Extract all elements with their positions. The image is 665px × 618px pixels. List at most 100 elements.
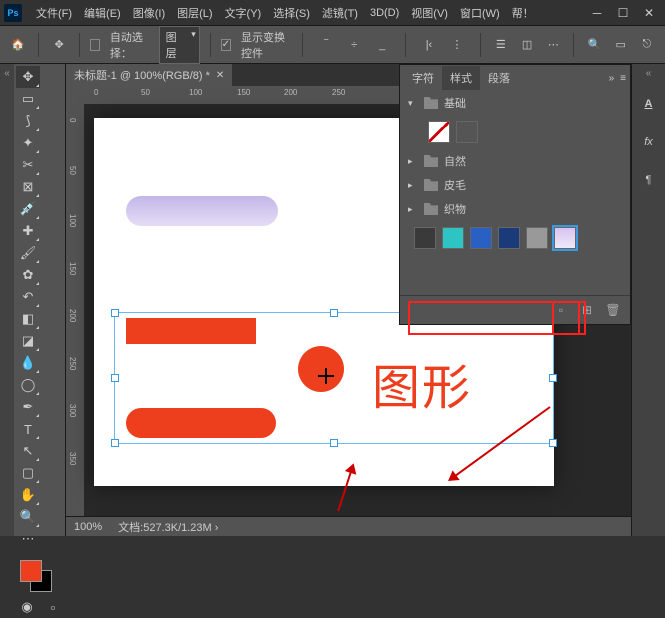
foreground-color[interactable] — [20, 560, 42, 582]
zoom-tool[interactable]: 🔍 — [16, 506, 40, 528]
ruler-origin[interactable] — [66, 86, 84, 104]
transform-handle-tl[interactable] — [111, 309, 119, 317]
menu-edit[interactable]: 编辑(E) — [78, 5, 127, 21]
menu-select[interactable]: 选择(S) — [267, 5, 316, 21]
menu-file[interactable]: 文件(F) — [30, 5, 78, 21]
align-left-icon[interactable]: |‹ — [416, 32, 442, 58]
quickmask-icon[interactable]: ◉ — [16, 596, 38, 618]
style-gray[interactable] — [456, 121, 478, 143]
share-icon[interactable]: ⎋ — [637, 32, 657, 58]
align-top-icon[interactable]: ‾ — [313, 32, 339, 58]
tab-paragraph[interactable]: 段落 — [480, 66, 518, 90]
zoom-level[interactable]: 100% — [74, 521, 102, 533]
crop-tool[interactable]: ✂ — [16, 154, 40, 176]
style-navy[interactable] — [498, 227, 520, 249]
align-bottom-icon[interactable]: _ — [369, 32, 395, 58]
transform-handle-bl[interactable] — [111, 439, 119, 447]
menu-3d[interactable]: 3D(D) — [364, 7, 405, 19]
tab-styles[interactable]: 样式 — [442, 66, 480, 90]
style-darkgray[interactable] — [414, 227, 436, 249]
history-brush-tool[interactable]: ↶ — [16, 286, 40, 308]
blur-tool[interactable]: 💧 — [16, 352, 40, 374]
caret-right-icon: ▸ — [408, 180, 418, 191]
panel-menu-icon[interactable]: ≡ — [620, 73, 626, 84]
menu-window[interactable]: 窗口(W) — [454, 5, 506, 21]
edit-toolbar[interactable]: ⋯ — [16, 528, 40, 550]
paragraph-panel-icon[interactable]: ¶ — [636, 167, 662, 193]
transform-bounding-box[interactable] — [114, 312, 554, 444]
tab-character[interactable]: 字符 — [404, 66, 442, 90]
distribute-icon[interactable]: ☰ — [491, 32, 511, 58]
auto-select-checkbox[interactable] — [90, 39, 100, 51]
menu-help[interactable]: 帮！ — [506, 5, 540, 21]
styles-category-natural[interactable]: ▸ 自然 — [400, 149, 630, 173]
layer-fx-icon[interactable]: fx — [636, 129, 662, 155]
stamp-tool[interactable]: ✿ — [16, 264, 40, 286]
style-lightgray[interactable] — [526, 227, 548, 249]
pen-tool[interactable]: ✒ — [16, 396, 40, 418]
folder-icon — [424, 155, 438, 167]
app-logo: Ps — [4, 4, 22, 22]
window-minimize-button[interactable]: ─ — [585, 3, 609, 23]
title-bar: Ps 文件(F) 编辑(E) 图像(I) 图层(L) 文字(Y) 选择(S) 滤… — [0, 0, 665, 26]
close-tab-icon[interactable]: ✕ — [216, 70, 224, 81]
styles-category-fur[interactable]: ▸ 皮毛 — [400, 173, 630, 197]
style-blue[interactable] — [470, 227, 492, 249]
transform-handle-br[interactable] — [549, 439, 557, 447]
menu-filter[interactable]: 滤镜(T) — [316, 5, 364, 21]
gradient-tool[interactable]: ◪ — [16, 330, 40, 352]
align-hcenter-icon[interactable]: ⋮ — [444, 32, 470, 58]
show-transform-checkbox[interactable] — [221, 39, 231, 51]
color-swatches[interactable] — [16, 554, 63, 594]
rectangle-tool[interactable]: ▢ — [16, 462, 40, 484]
document-tab[interactable]: 未标题-1 @ 100%(RGB/8) * ✕ — [66, 64, 232, 86]
type-tool[interactable]: T — [16, 418, 40, 440]
magic-wand-tool[interactable]: ✦ — [16, 132, 40, 154]
3d-mode-icon[interactable]: ◫ — [517, 32, 537, 58]
style-cyan[interactable] — [442, 227, 464, 249]
search-icon[interactable]: 🔍 — [584, 32, 604, 58]
style-none[interactable] — [428, 121, 450, 143]
align-vcenter-icon[interactable]: ÷ — [341, 32, 367, 58]
menu-view[interactable]: 视图(V) — [405, 5, 454, 21]
menu-image[interactable]: 图像(I) — [127, 5, 171, 21]
panel-collapse-icon[interactable]: » — [609, 73, 615, 84]
window-maximize-button[interactable]: ☐ — [611, 3, 635, 23]
heal-tool[interactable]: ✚ — [16, 220, 40, 242]
dodge-tool[interactable]: ◯ — [16, 374, 40, 396]
menu-text[interactable]: 文字(Y) — [219, 5, 268, 21]
expand-chevron-icon[interactable]: « — [646, 68, 652, 79]
left-collapse-strip[interactable]: « — [0, 64, 14, 536]
move-tool-icon[interactable]: ✥ — [49, 32, 69, 58]
marquee-tool[interactable]: ▭ — [16, 88, 40, 110]
brush-tool[interactable]: 🖌 — [16, 242, 40, 264]
auto-select-dropdown[interactable]: 图层 — [159, 26, 200, 64]
hand-tool[interactable]: ✋ — [16, 484, 40, 506]
new-style-icon[interactable]: ⊞ — [578, 302, 596, 318]
shape-rounded-rect-purple[interactable] — [126, 196, 278, 226]
frame-tool[interactable]: ⊠ — [16, 176, 40, 198]
styles-category-basic[interactable]: ▾ 基础 — [400, 91, 630, 115]
styles-category-fabric[interactable]: ▸ 织物 — [400, 197, 630, 221]
transform-handle-bm[interactable] — [330, 439, 338, 447]
character-panel-icon[interactable]: A — [636, 91, 662, 117]
more-options-icon[interactable]: ⋯ — [543, 32, 563, 58]
home-icon[interactable]: 🏠 — [8, 32, 28, 58]
status-more-icon[interactable]: › — [215, 522, 219, 534]
path-select-tool[interactable]: ↖ — [16, 440, 40, 462]
screenmode-icon[interactable]: ▫ — [42, 596, 64, 618]
lasso-tool[interactable]: ⟆ — [16, 110, 40, 132]
eraser-tool[interactable]: ◧ — [16, 308, 40, 330]
delete-style-icon[interactable]: 🗑 — [604, 302, 622, 318]
window-close-button[interactable]: ✕ — [637, 3, 661, 23]
eyedropper-tool[interactable]: 💉 — [16, 198, 40, 220]
style-gradient-purple[interactable] — [554, 227, 576, 249]
move-tool[interactable]: ✥ — [16, 66, 40, 88]
transform-handle-tm[interactable] — [330, 309, 338, 317]
menu-layer[interactable]: 图层(L) — [171, 5, 218, 21]
ruler-vertical[interactable]: 0 50 100 150 200 250 300 350 — [66, 104, 84, 516]
transform-handle-mr[interactable] — [549, 374, 557, 382]
workspace-icon[interactable]: ▭ — [611, 32, 631, 58]
new-group-icon[interactable]: ▫ — [552, 302, 570, 318]
transform-handle-ml[interactable] — [111, 374, 119, 382]
